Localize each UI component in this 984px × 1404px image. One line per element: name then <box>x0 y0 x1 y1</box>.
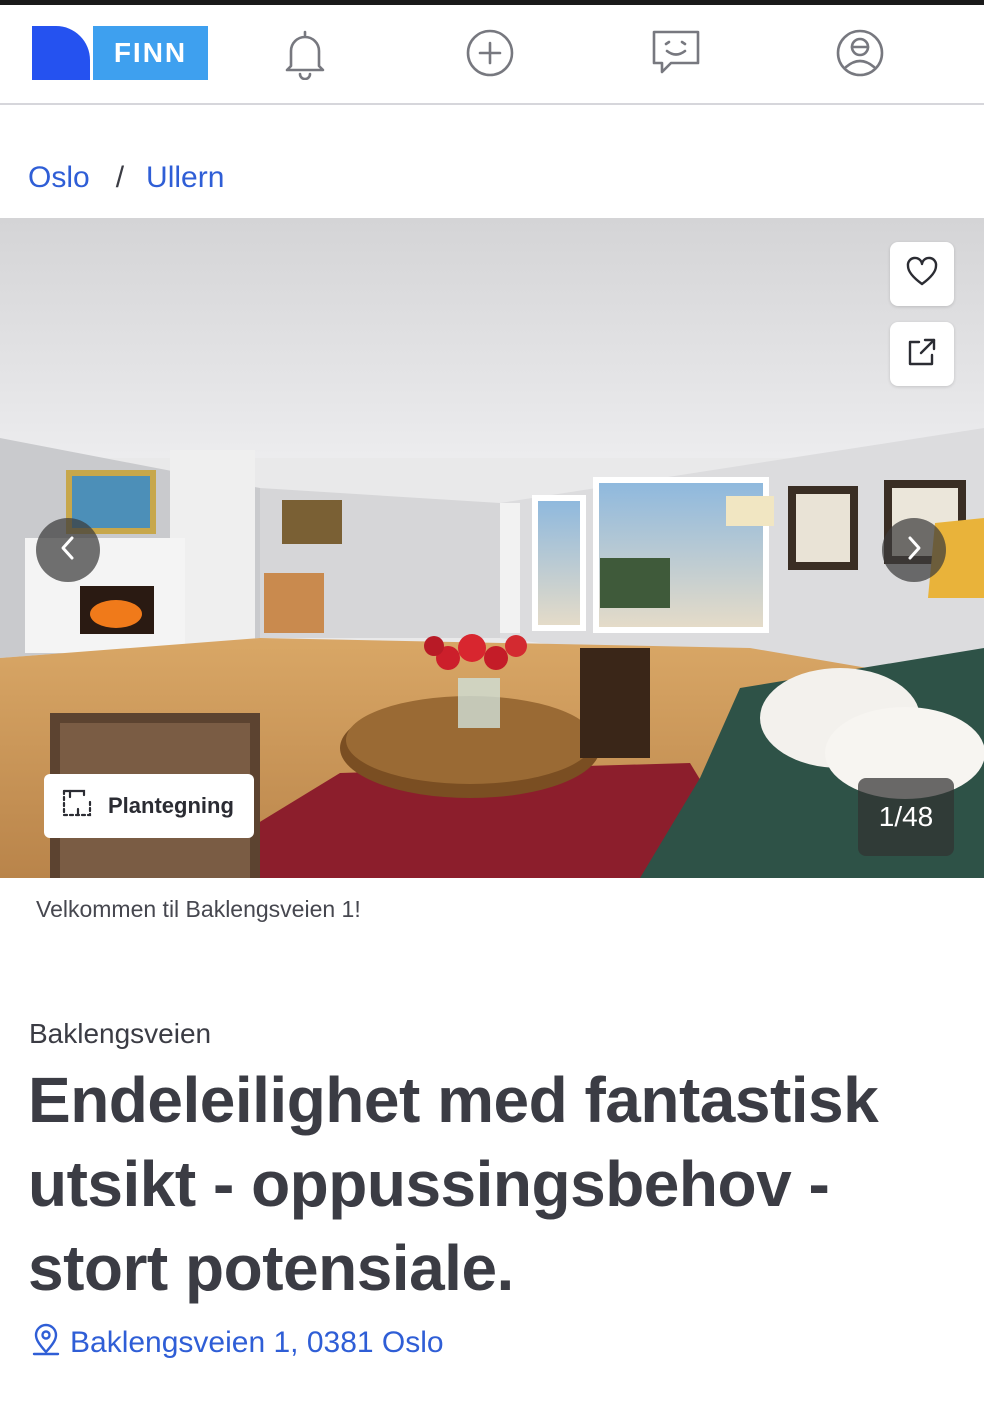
address-text: Baklengsveien 1, 0381 Oslo <box>70 1326 444 1359</box>
chevron-right-icon <box>903 533 925 568</box>
breadcrumb-ullern[interactable]: Ullern <box>146 161 224 195</box>
profile-icon[interactable] <box>832 25 888 81</box>
breadcrumb-oslo[interactable]: Oslo <box>28 161 90 195</box>
share-button[interactable] <box>890 322 954 386</box>
logo-text: FINN <box>93 26 208 80</box>
image-counter: 1/48 <box>858 778 954 856</box>
share-icon <box>905 335 939 374</box>
image-gallery[interactable]: Plantegning 1/48 <box>0 218 984 878</box>
heart-icon <box>905 255 939 294</box>
image-caption: Velkommen til Baklengsveien 1! <box>36 896 361 922</box>
floorplan-icon <box>60 787 94 825</box>
breadcrumb: Oslo / Ullern <box>28 158 224 198</box>
logo-mark <box>32 26 90 80</box>
listing-street: Baklengsveien <box>29 1018 212 1049</box>
finn-logo[interactable]: FINN <box>32 26 208 80</box>
map-pin-icon <box>28 1321 64 1365</box>
listing-title: Endeleilighet med fantastisk utsikt - op… <box>28 1064 879 1304</box>
favorite-button[interactable] <box>890 242 954 306</box>
floorplan-button[interactable]: Plantegning <box>44 774 254 838</box>
next-image-button[interactable] <box>882 518 946 582</box>
chevron-left-icon <box>57 533 79 568</box>
top-navigation: FINN <box>0 5 984 105</box>
floorplan-label: Plantegning <box>108 793 234 818</box>
breadcrumb-separator: / <box>115 161 125 194</box>
bell-icon[interactable] <box>277 25 333 81</box>
plus-circle-icon[interactable] <box>462 25 518 81</box>
listing-address-link[interactable]: Baklengsveien 1, 0381 Oslo <box>28 1322 444 1364</box>
previous-image-button[interactable] <box>36 518 100 582</box>
chat-icon[interactable] <box>648 25 704 81</box>
